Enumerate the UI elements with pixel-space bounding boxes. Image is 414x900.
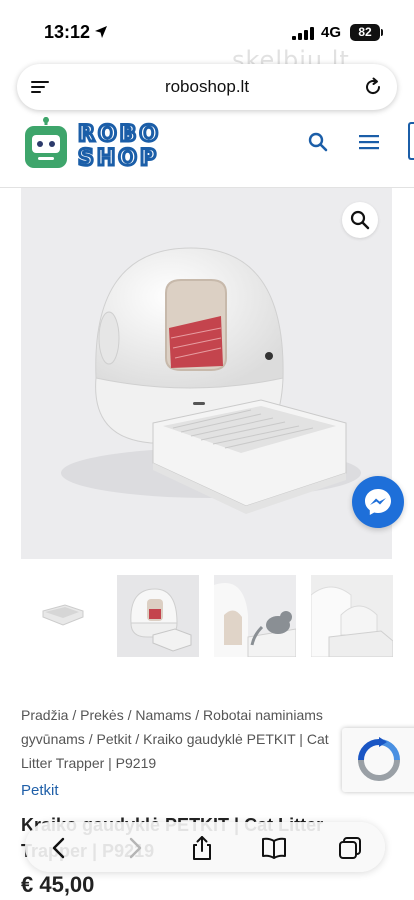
reload-icon[interactable] (363, 77, 383, 97)
network-type: 4G (321, 24, 342, 41)
messenger-icon (365, 489, 391, 515)
product-main-image[interactable] (21, 188, 392, 559)
search-icon[interactable] (307, 131, 329, 153)
litter-box-illustration (61, 247, 361, 514)
status-time: 13:12 (44, 22, 91, 42)
product-price: € 45,00 (21, 872, 95, 897)
thumbnail-cat-image (214, 583, 296, 657)
chevron-left-icon[interactable] (47, 835, 73, 861)
menu-icon[interactable] (358, 133, 380, 151)
tabs-icon[interactable] (337, 835, 363, 861)
cart-button-edge[interactable] (408, 122, 414, 160)
thumbnail-2[interactable] (117, 575, 199, 657)
zoom-button[interactable] (342, 202, 378, 238)
battery-indicator: 82 (350, 24, 383, 41)
thumbnail-litter-box-image (130, 588, 192, 652)
browser-toolbar (25, 822, 385, 872)
recaptcha-icon (358, 737, 400, 781)
status-bar: 13:12 4G 82 skelbiu.lt (0, 0, 414, 74)
recaptcha-badge[interactable] (342, 728, 414, 792)
messenger-chat-button[interactable] (352, 476, 404, 528)
logo-bottom-text: SHOP (78, 146, 159, 168)
address-bar[interactable]: roboshop.lt (17, 64, 397, 110)
url-text[interactable]: roboshop.lt (17, 77, 397, 97)
book-icon[interactable] (261, 835, 287, 861)
site-header: ROBO SHOP (0, 110, 414, 188)
signal-bars-icon (292, 27, 314, 40)
brand-link[interactable]: Petkit (21, 782, 59, 799)
thumbnail-mat-image (42, 604, 84, 626)
logo-wordmark[interactable]: ROBO SHOP (78, 120, 218, 169)
thumbnail-closeup-image (311, 586, 393, 657)
thumbnail-3[interactable] (214, 575, 296, 657)
chevron-right-icon[interactable] (121, 835, 147, 861)
location-arrow-icon (95, 26, 107, 38)
logo-top-text: ROBO (78, 122, 161, 147)
breadcrumb[interactable]: Pradžia / Prekės / Namams / Robotai nami… (21, 703, 351, 775)
share-icon[interactable] (189, 835, 215, 861)
thumbnail-1[interactable] (21, 575, 103, 657)
magnifier-icon (350, 210, 370, 230)
thumbnail-4[interactable] (311, 575, 393, 657)
robot-logo-icon[interactable] (24, 117, 68, 169)
